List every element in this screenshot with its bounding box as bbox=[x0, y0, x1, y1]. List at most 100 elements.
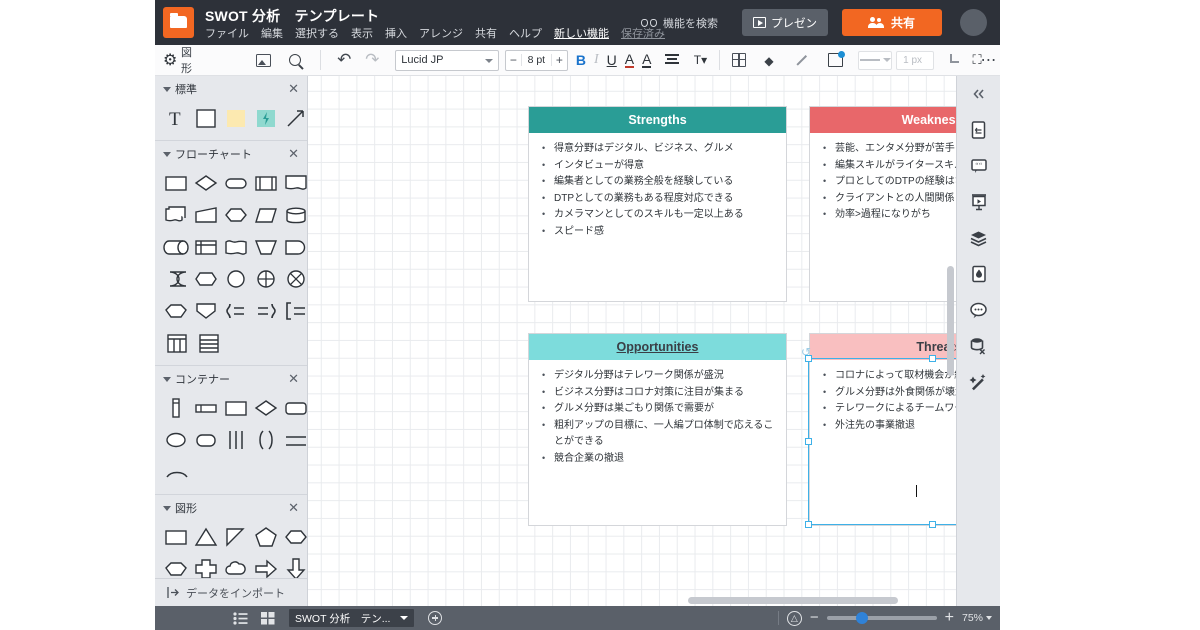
shape-group-header-3[interactable]: 図形 ✕ bbox=[155, 495, 307, 521]
close-icon[interactable]: ✕ bbox=[288, 81, 299, 97]
ellipse-container[interactable] bbox=[163, 426, 189, 454]
zoom-slider-thumb[interactable] bbox=[855, 612, 868, 624]
shape-group-header-0[interactable]: 標準 ✕ bbox=[155, 76, 307, 102]
collate-shape[interactable] bbox=[163, 297, 189, 325]
multidocument-shape[interactable] bbox=[163, 201, 189, 229]
sticky-note-shape[interactable] bbox=[223, 104, 249, 132]
font-family-select[interactable]: Lucid JP bbox=[395, 49, 499, 71]
table-columns-shape[interactable] bbox=[163, 329, 191, 357]
lines-container[interactable] bbox=[283, 426, 307, 454]
search-features-button[interactable]: 機能を検索 bbox=[641, 0, 718, 45]
text-align-button[interactable] bbox=[661, 49, 683, 71]
undo-button[interactable]: ↶ bbox=[333, 49, 355, 71]
table-rows-shape[interactable] bbox=[195, 329, 223, 357]
redo-button[interactable]: ↷ bbox=[361, 49, 383, 71]
layers-button[interactable] bbox=[966, 226, 992, 250]
zoom-out-button[interactable]: − bbox=[810, 610, 819, 625]
or-shape[interactable] bbox=[283, 265, 307, 293]
merge-brace-shape[interactable] bbox=[223, 297, 249, 325]
summing-junction-shape[interactable] bbox=[253, 265, 279, 293]
text-options-button[interactable]: T ▾ bbox=[689, 49, 711, 71]
collapse-panel-button[interactable] bbox=[966, 82, 992, 106]
database-shape[interactable] bbox=[283, 201, 307, 229]
bold-button[interactable]: B bbox=[576, 52, 586, 68]
vertical-bar-container[interactable] bbox=[163, 394, 189, 422]
line-style-select[interactable] bbox=[858, 50, 893, 70]
manual-operation-shape[interactable] bbox=[253, 233, 279, 261]
page-tab[interactable]: SWOT 分析 テン... bbox=[289, 609, 415, 627]
process-shape[interactable] bbox=[163, 169, 189, 197]
arc-container[interactable] bbox=[163, 458, 191, 486]
menu-item-8[interactable]: 新しい機能 bbox=[554, 25, 609, 41]
font-size-stepper[interactable]: − 8 pt + bbox=[504, 49, 568, 71]
italic-button[interactable]: I bbox=[594, 52, 599, 68]
display-shape[interactable] bbox=[193, 265, 219, 293]
resize-handle-n[interactable] bbox=[929, 355, 936, 362]
paper-tape-shape[interactable] bbox=[223, 233, 249, 261]
close-icon[interactable]: ✕ bbox=[288, 500, 299, 516]
extract-shape[interactable] bbox=[193, 297, 219, 325]
rect-container[interactable] bbox=[223, 394, 249, 422]
fill-color-button[interactable] bbox=[760, 49, 782, 71]
font-size-increase[interactable]: + bbox=[552, 53, 567, 67]
vertical-scrollbar[interactable] bbox=[947, 266, 954, 376]
line-color-button[interactable] bbox=[792, 49, 814, 71]
menu-item-1[interactable]: 編集 bbox=[261, 25, 283, 41]
close-icon[interactable]: ✕ bbox=[288, 371, 299, 387]
rounded-container[interactable] bbox=[283, 394, 307, 422]
present-button[interactable]: プレゼン bbox=[742, 9, 828, 36]
avatar[interactable] bbox=[960, 9, 987, 36]
decision-shape[interactable] bbox=[193, 169, 219, 197]
manual-input-shape[interactable] bbox=[193, 201, 219, 229]
document-shape[interactable] bbox=[283, 169, 307, 197]
sort-brace-shape[interactable] bbox=[253, 297, 279, 325]
pentagon-shape[interactable] bbox=[253, 523, 279, 551]
share-button[interactable]: 共有 bbox=[842, 9, 942, 36]
menu-item-0[interactable]: ファイル bbox=[205, 25, 249, 41]
shape-library-panel[interactable]: 標準 ✕ T フローチャート ✕ コンテナー ✕ 図形 ✕ データをインポート bbox=[155, 76, 308, 606]
fullscreen-button[interactable]: ⛶ bbox=[966, 52, 988, 68]
lucid-folder-logo[interactable] bbox=[163, 7, 194, 38]
resize-handle-sw[interactable] bbox=[805, 521, 812, 528]
preparation-shape[interactable] bbox=[223, 201, 249, 229]
page-title[interactable]: SWOT 分析 テンプレート bbox=[205, 6, 379, 26]
chevron-down-icon[interactable] bbox=[400, 616, 409, 620]
zoom-level-select[interactable]: 75% bbox=[962, 612, 992, 624]
menu-item-6[interactable]: 共有 bbox=[475, 25, 497, 41]
underline-button[interactable]: U bbox=[607, 52, 617, 68]
pipes-container[interactable] bbox=[223, 426, 249, 454]
comments-button[interactable] bbox=[966, 298, 992, 322]
pill-container[interactable] bbox=[193, 426, 219, 454]
predefined-process-shape[interactable] bbox=[253, 169, 279, 197]
font-size-value[interactable]: 8 pt bbox=[520, 54, 552, 66]
close-icon[interactable]: ✕ bbox=[288, 146, 299, 162]
zoom-slider[interactable] bbox=[826, 612, 937, 624]
document-properties-button[interactable] bbox=[966, 118, 992, 142]
resize-handle-nw[interactable] bbox=[805, 355, 812, 362]
direct-access-shape[interactable] bbox=[163, 233, 189, 261]
action-shape[interactable] bbox=[253, 104, 279, 132]
parens-container[interactable] bbox=[253, 426, 279, 454]
line-arrow-shape[interactable] bbox=[283, 104, 307, 132]
rectangle-shape[interactable] bbox=[193, 104, 219, 132]
diagram-canvas[interactable]: Strengths 得意分野はデジタル、ビジネス、グルメインタビューが得意編集者… bbox=[308, 76, 956, 606]
right-triangle-shape[interactable] bbox=[223, 523, 249, 551]
shape-grid-button[interactable] bbox=[728, 49, 750, 71]
shape-group-header-2[interactable]: コンテナー ✕ bbox=[155, 366, 307, 392]
data-link-button[interactable] bbox=[966, 334, 992, 358]
magic-wand-button[interactable] bbox=[966, 370, 992, 394]
font-size-decrease[interactable]: − bbox=[506, 53, 521, 67]
fit-to-screen-button[interactable]: △ bbox=[786, 610, 802, 626]
menu-item-7[interactable]: ヘルプ bbox=[509, 25, 542, 41]
rectangle-shape[interactable] bbox=[163, 523, 189, 551]
bracket-shape[interactable] bbox=[283, 297, 307, 325]
zoom-in-button[interactable]: + bbox=[945, 610, 954, 626]
shapes-gear-button[interactable]: 図形 bbox=[163, 47, 200, 75]
data-shape[interactable] bbox=[253, 201, 279, 229]
connector-style-button[interactable] bbox=[944, 49, 966, 71]
delay-shape[interactable] bbox=[283, 233, 307, 261]
horizontal-scrollbar[interactable] bbox=[688, 597, 898, 604]
import-data-button[interactable]: データをインポート bbox=[155, 578, 307, 606]
diamond-container[interactable] bbox=[253, 394, 279, 422]
menu-item-4[interactable]: 挿入 bbox=[385, 25, 407, 41]
